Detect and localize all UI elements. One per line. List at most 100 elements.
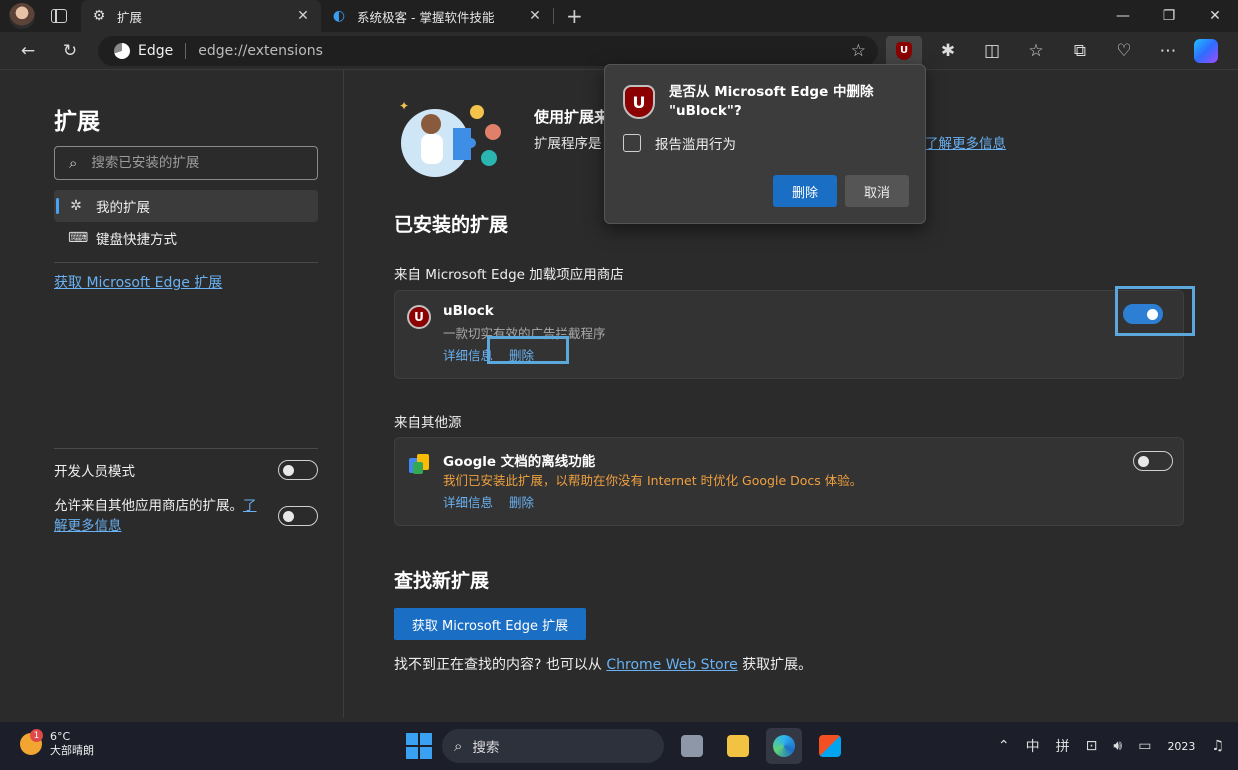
copilot-icon[interactable] xyxy=(1194,38,1218,63)
battery-icon[interactable]: ▭ xyxy=(1138,738,1151,754)
new-tab-button[interactable]: + xyxy=(566,4,583,28)
title-bar: ⚙ 扩展 ✕ ◐ 系统极客 - 掌握软件技能 ✕ + — ❐ ✕ xyxy=(0,0,1238,32)
weather-widget[interactable]: 1 6°C 大部晴朗 xyxy=(20,729,94,758)
chrome-web-store-link[interactable]: Chrome Web Store xyxy=(606,657,737,673)
svg-text:✦: ✦ xyxy=(399,99,409,113)
favorites-icon[interactable]: ☆ xyxy=(1020,35,1052,67)
find-new-heading: 查找新扩展 xyxy=(394,570,490,592)
address-url[interactable]: edge://extensions xyxy=(198,43,851,59)
favorite-star-icon[interactable]: ☆ xyxy=(851,41,866,61)
start-button[interactable] xyxy=(406,733,432,759)
keyboard-icon: ⌨ xyxy=(68,230,89,246)
hero-learn-more-link[interactable]: 了解更多信息 xyxy=(925,132,1006,152)
divider xyxy=(54,262,318,263)
nav-label: 键盘快捷方式 xyxy=(96,232,177,248)
report-abuse-label: 报告滥用行为 xyxy=(655,137,736,153)
more-menu-icon[interactable]: ⋯ xyxy=(1152,35,1184,67)
refresh-button[interactable]: ↻ xyxy=(54,35,86,67)
dialog-title-line1: 是否从 Microsoft Edge 中删除 xyxy=(669,84,874,100)
confirm-remove-button[interactable]: 删除 xyxy=(773,175,837,207)
tab-separator xyxy=(553,8,554,24)
restore-button[interactable]: ❐ xyxy=(1146,0,1192,32)
hero-title: 使用扩展来 xyxy=(534,108,610,126)
puzzle-icon: ⚙ xyxy=(92,8,106,24)
get-extensions-link[interactable]: 获取 Microsoft Edge 扩展 xyxy=(54,272,222,292)
details-link[interactable]: 详细信息 xyxy=(443,492,493,511)
dev-mode-row: 开发人员模式 xyxy=(54,460,318,480)
split-screen-icon[interactable]: ◫ xyxy=(976,35,1008,67)
address-separator xyxy=(185,42,187,59)
ime-pinyin[interactable]: 拼 xyxy=(1056,736,1070,756)
hero-illustration: ✦ xyxy=(399,99,501,177)
site-favicon-icon: ◐ xyxy=(332,8,346,24)
installed-heading: 已安装的扩展 xyxy=(394,214,509,236)
google-docs-enable-toggle[interactable] xyxy=(1133,451,1173,471)
edge-taskbar-button[interactable] xyxy=(766,728,802,764)
puzzle-icon: ✲ xyxy=(70,198,82,214)
tab-title: 系统极客 - 掌握软件技能 xyxy=(357,9,495,25)
file-explorer-button[interactable] xyxy=(720,728,756,764)
allow-other-stores-label: 允许来自其他应用商店的扩展。 xyxy=(54,498,243,514)
ublock-toolbar-button[interactable]: U xyxy=(886,35,922,66)
ublock-icon: U xyxy=(896,41,912,60)
profile-avatar[interactable] xyxy=(9,3,35,29)
weather-desc: 大部晴朗 xyxy=(50,744,94,757)
allow-other-stores-toggle[interactable] xyxy=(278,506,318,526)
store-source-label: 来自 Microsoft Edge 加载项应用商店 xyxy=(394,267,624,283)
remove-extension-dialog: U 是否从 Microsoft Edge 中删除 "uBlock"? 报告滥用行… xyxy=(604,64,926,224)
taskbar-center: ⌕ 搜索 xyxy=(406,728,848,764)
search-box[interactable]: ⌕ xyxy=(54,146,318,180)
back-button[interactable]: ← xyxy=(12,35,44,67)
clock[interactable]: 2023 xyxy=(1167,740,1195,753)
get-edge-extensions-button[interactable]: 获取 Microsoft Edge 扩展 xyxy=(394,608,586,640)
nav-my-extensions[interactable]: ✲ 我的扩展 xyxy=(54,190,318,222)
extension-card-google-docs: Google 文档的离线功能 我们已安装此扩展，以帮助在你没有 Internet… xyxy=(394,437,1184,526)
dev-mode-toggle[interactable] xyxy=(278,460,318,480)
taskbar: 1 6°C 大部晴朗 ⌕ 搜索 ⌃ 中 拼 ⊡ 🔊︎ ▭ 2023 ♫ xyxy=(0,722,1238,770)
bottom-text-prefix: 找不到正在查找的内容? 也可以从 xyxy=(394,657,602,673)
tab-actions-icon[interactable] xyxy=(51,9,67,23)
task-view-button[interactable] xyxy=(674,728,710,764)
store-button[interactable] xyxy=(812,728,848,764)
page-title: 扩展 xyxy=(54,109,100,135)
system-tray: ⌃ 中 拼 ⊡ 🔊︎ ▭ 2023 ♫ xyxy=(998,722,1238,770)
network-icon[interactable]: ⊡ xyxy=(1086,738,1098,754)
toggle-highlight-box xyxy=(1115,286,1195,336)
dialog-title-line2: "uBlock"? xyxy=(669,103,742,119)
other-source-label: 来自其他源 xyxy=(394,415,462,431)
divider xyxy=(54,448,318,449)
remove-link[interactable]: 删除 xyxy=(509,492,534,511)
close-window-button[interactable]: ✕ xyxy=(1192,0,1238,32)
minimize-button[interactable]: — xyxy=(1100,0,1146,32)
close-tab-icon[interactable]: ✕ xyxy=(295,8,311,24)
extensions-icon[interactable]: ✱ xyxy=(932,35,964,67)
extension-name: uBlock xyxy=(443,303,494,319)
taskbar-search[interactable]: ⌕ 搜索 xyxy=(442,729,664,763)
performance-icon[interactable]: ♡ xyxy=(1108,35,1140,67)
address-bar[interactable]: Edge edge://extensions ☆ xyxy=(98,35,878,66)
left-sidebar: 扩展 ⌕ ✲ 我的扩展 ⌨ 键盘快捷方式 获取 Microsoft Edge 扩… xyxy=(0,70,344,718)
bottom-text: 找不到正在查找的内容? 也可以从 Chrome Web Store 获取扩展。 xyxy=(394,654,812,674)
google-docs-icon xyxy=(409,454,429,474)
details-link[interactable]: 详细信息 xyxy=(443,345,493,364)
close-tab-icon[interactable]: ✕ xyxy=(527,8,543,24)
report-abuse-checkbox[interactable] xyxy=(623,134,641,152)
notification-bell-icon[interactable]: ♫ xyxy=(1211,738,1224,754)
dev-mode-label: 开发人员模式 xyxy=(54,464,135,480)
search-input[interactable] xyxy=(91,155,292,171)
remove-highlight-box xyxy=(487,336,569,364)
tab-xitongjike[interactable]: ◐ 系统极客 - 掌握软件技能 ✕ xyxy=(321,0,553,32)
ime-mode[interactable]: 中 xyxy=(1026,736,1040,756)
bottom-text-suffix: 获取扩展。 xyxy=(742,657,813,673)
nav-keyboard-shortcuts[interactable]: ⌨ 键盘快捷方式 xyxy=(54,222,318,254)
collections-icon[interactable]: ⧉ xyxy=(1064,35,1096,67)
cancel-button[interactable]: 取消 xyxy=(845,175,909,207)
ublock-icon: U xyxy=(623,85,655,119)
volume-icon[interactable]: 🔊︎ xyxy=(1113,738,1122,754)
tab-extensions[interactable]: ⚙ 扩展 ✕ xyxy=(81,0,321,32)
notification-badge: 1 xyxy=(30,729,43,742)
chevron-up-icon[interactable]: ⌃ xyxy=(998,738,1010,754)
search-icon: ⌕ xyxy=(69,154,78,172)
nav-label: 我的扩展 xyxy=(96,200,150,216)
extension-card-ublock: U uBlock 一款切实有效的广告拦截程序 详细信息 删除 xyxy=(394,290,1184,379)
